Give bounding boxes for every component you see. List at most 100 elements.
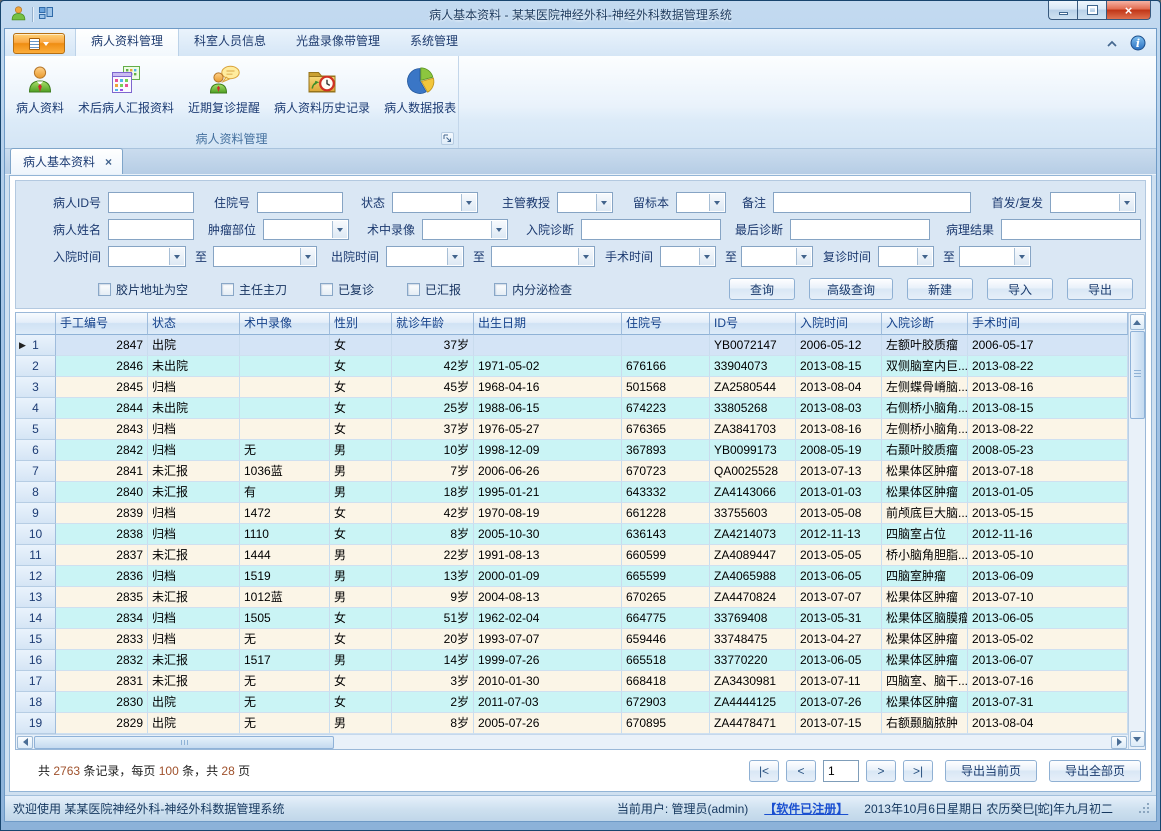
table-row[interactable]: 182830出院无女2岁2011-07-03672903ZA4444125201…	[16, 692, 1128, 713]
col-admission-no[interactable]: 住院号	[622, 313, 710, 335]
chevron-down-icon[interactable]	[1014, 248, 1029, 265]
row-indicator[interactable]: 13	[16, 587, 56, 608]
table-row[interactable]: 32845归档女45岁1968-04-16501568ZA25805442013…	[16, 377, 1128, 398]
app-menu-button[interactable]	[13, 33, 65, 54]
surgery-date-from-select[interactable]	[660, 246, 716, 267]
scroll-down-icon[interactable]	[1130, 731, 1145, 747]
chevron-down-icon[interactable]	[332, 221, 347, 238]
first-recurrence-select[interactable]	[1050, 192, 1136, 213]
maximize-button[interactable]	[1077, 1, 1106, 20]
patient-id-input[interactable]	[108, 192, 194, 213]
row-indicator[interactable]: 11	[16, 545, 56, 566]
col-admission-diagnosis[interactable]: 入院诊断	[882, 313, 968, 335]
patient-data-button[interactable]: 病人资料	[9, 59, 71, 118]
col-age[interactable]: 就诊年龄	[392, 313, 474, 335]
col-birth-date[interactable]: 出生日期	[474, 313, 622, 335]
scroll-left-icon[interactable]	[17, 736, 33, 749]
import-button[interactable]: 导入	[987, 278, 1053, 300]
row-indicator[interactable]: 17	[16, 671, 56, 692]
discharge-date-from-select[interactable]	[386, 246, 464, 267]
layout-icon[interactable]	[38, 5, 54, 24]
table-row[interactable]: 62842归档无男10岁1998-12-09367893YB0099173200…	[16, 440, 1128, 461]
col-admission-date[interactable]: 入院时间	[796, 313, 882, 335]
row-indicator[interactable]: 6	[16, 440, 56, 461]
table-row[interactable]: 162832未汇报1517男14岁1999-07-266655183377022…	[16, 650, 1128, 671]
final-diagnosis-input[interactable]	[790, 219, 930, 240]
remark-input[interactable]	[773, 192, 971, 213]
export-button[interactable]: 导出	[1067, 278, 1133, 300]
software-registered-link[interactable]: 【软件已注册】	[764, 800, 848, 817]
admission-no-input[interactable]	[257, 192, 343, 213]
chevron-down-icon[interactable]	[491, 221, 506, 238]
specimen-select[interactable]	[676, 192, 726, 213]
row-indicator[interactable]: 12	[16, 566, 56, 587]
ribbon-tab-department-staff[interactable]: 科室人员信息	[179, 28, 281, 56]
row-indicator[interactable]: 10	[16, 524, 56, 545]
first-page-button[interactable]: |<	[749, 760, 779, 782]
intraop-video-select[interactable]	[422, 219, 508, 240]
export-all-pages-button[interactable]: 导出全部页	[1049, 760, 1141, 782]
row-indicator[interactable]: 4	[16, 398, 56, 419]
new-button[interactable]: 新建	[907, 278, 973, 300]
vertical-scrollbar[interactable]	[1128, 313, 1145, 749]
history-record-button[interactable]: 病人资料历史记录	[267, 59, 377, 118]
query-button[interactable]: 查询	[729, 278, 795, 300]
pathology-result-input[interactable]	[1001, 219, 1141, 240]
admission-diagnosis-input[interactable]	[581, 219, 721, 240]
col-gender[interactable]: 性别	[330, 313, 392, 335]
ribbon-tab-patient-data-management[interactable]: 病人资料管理	[75, 28, 179, 56]
row-indicator[interactable]: 2	[16, 356, 56, 377]
row-indicator[interactable]: 9	[16, 503, 56, 524]
admission-date-to-select[interactable]	[213, 246, 317, 267]
col-id-no[interactable]: ID号	[710, 313, 796, 335]
chevron-down-icon[interactable]	[709, 194, 724, 211]
col-intraop-video[interactable]: 术中录像	[240, 313, 330, 335]
export-current-page-button[interactable]: 导出当前页	[945, 760, 1037, 782]
page-number-input[interactable]	[823, 760, 859, 782]
minimize-button[interactable]	[1048, 1, 1077, 20]
chief-surgeon-checkbox[interactable]: 主任主刀	[221, 281, 287, 298]
reported-checkbox[interactable]: 已汇报	[407, 281, 461, 298]
col-status[interactable]: 状态	[148, 313, 240, 335]
data-report-button[interactable]: 病人数据报表	[377, 59, 463, 118]
table-row[interactable]: 82840未汇报有男18岁1995-01-21643332ZA414306620…	[16, 482, 1128, 503]
followup-reminder-button[interactable]: 近期复诊提醒	[181, 59, 267, 118]
chevron-down-icon[interactable]	[596, 194, 611, 211]
row-indicator[interactable]: 19	[16, 713, 56, 734]
table-row[interactable]: 52843归档女37岁1976-05-27676365ZA38417032013…	[16, 419, 1128, 440]
table-row[interactable]: 172831未汇报无女3岁2010-01-30668418ZA343098120…	[16, 671, 1128, 692]
row-indicator[interactable]: 7	[16, 461, 56, 482]
horizontal-scrollbar-thumb[interactable]	[34, 736, 334, 749]
table-row[interactable]: 42844未出院女25岁1988-06-15674223338052682013…	[16, 398, 1128, 419]
tumor-site-select[interactable]	[263, 219, 349, 240]
professor-select[interactable]	[557, 192, 613, 213]
table-row[interactable]: 22846未出院女42岁1971-05-02676166339040732013…	[16, 356, 1128, 377]
document-tab-patient-basic-data[interactable]: 病人基本资料×	[10, 148, 123, 174]
col-surgery-date[interactable]: 手术时间	[968, 313, 1128, 335]
dialog-launcher-icon[interactable]	[441, 132, 454, 145]
vertical-scrollbar-thumb[interactable]	[1130, 331, 1145, 419]
followup-date-from-select[interactable]	[878, 246, 934, 267]
chevron-down-icon[interactable]	[917, 248, 932, 265]
table-row[interactable]: 92839归档1472女42岁1970-08-19661228337556032…	[16, 503, 1128, 524]
chevron-down-icon[interactable]	[461, 194, 476, 211]
row-indicator[interactable]: 8	[16, 482, 56, 503]
close-tab-icon[interactable]: ×	[105, 157, 112, 167]
table-row[interactable]: 1▶2847出院女37岁YB00721472006-05-12左额叶胶质瘤200…	[16, 335, 1128, 356]
table-row[interactable]: 122836归档1519男13岁2000-01-09665599ZA406598…	[16, 566, 1128, 587]
chevron-down-icon[interactable]	[699, 248, 714, 265]
scroll-right-icon[interactable]	[1111, 736, 1127, 749]
table-row[interactable]: 152833归档无女20岁1993-07-0765944633748475201…	[16, 629, 1128, 650]
prev-page-button[interactable]: <	[786, 760, 816, 782]
info-icon[interactable]: i	[1130, 35, 1146, 54]
ribbon-tab-system-management[interactable]: 系统管理	[395, 28, 473, 56]
chevron-down-icon[interactable]	[1119, 194, 1134, 211]
scroll-up-icon[interactable]	[1130, 314, 1145, 330]
film-address-empty-checkbox[interactable]: 胶片地址为空	[98, 281, 188, 298]
chevron-down-icon[interactable]	[169, 248, 184, 265]
discharge-date-to-select[interactable]	[491, 246, 595, 267]
col-manual-no[interactable]: 手工编号	[56, 313, 148, 335]
next-page-button[interactable]: >	[866, 760, 896, 782]
endocrine-exam-checkbox[interactable]: 内分泌检查	[494, 281, 572, 298]
row-indicator[interactable]: 5	[16, 419, 56, 440]
